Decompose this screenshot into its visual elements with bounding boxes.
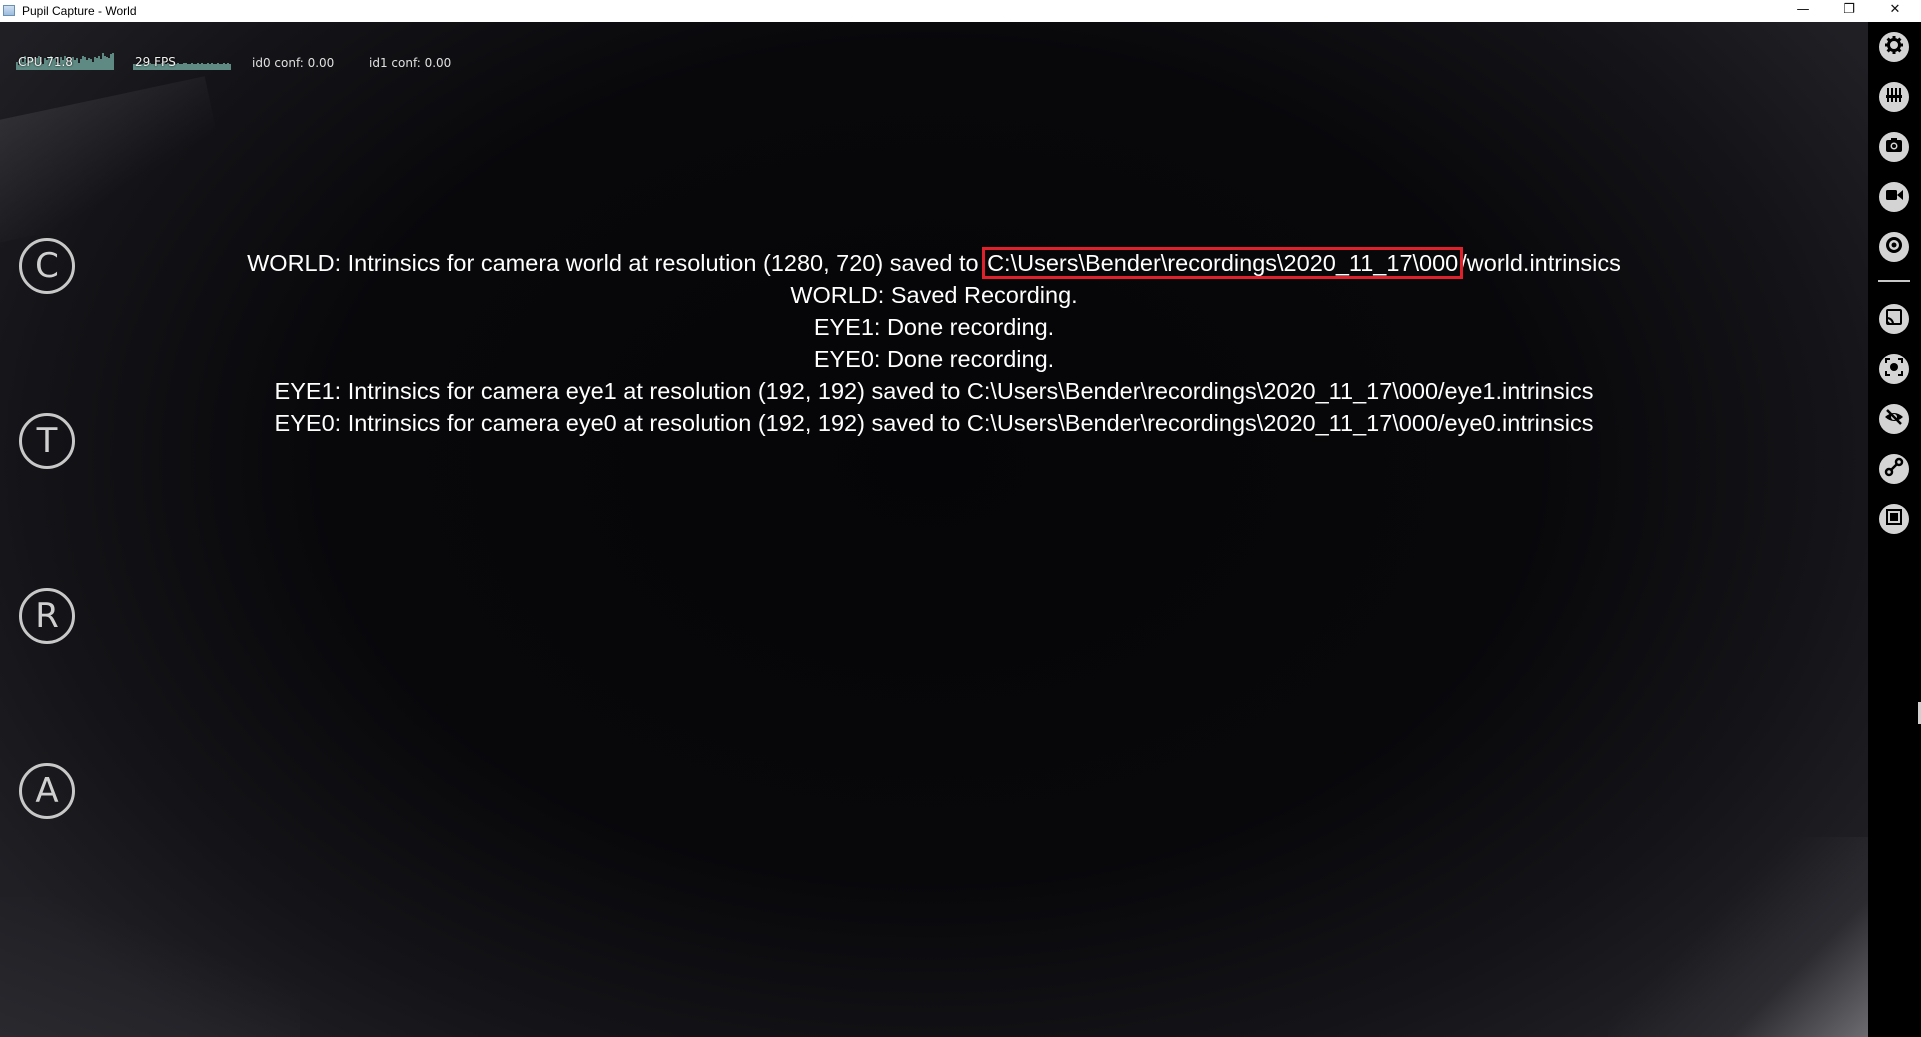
fps-label: 29 FPS bbox=[135, 55, 176, 69]
eye0-confidence: id0 conf: 0.00 bbox=[252, 56, 335, 70]
highlighted-recording-path: C:\Users\Bender\recordings\2020_11_17\00… bbox=[982, 247, 1464, 279]
notification-messages: WORLD: Intrinsics for camera world at re… bbox=[0, 247, 1868, 439]
record-hotkey-button[interactable]: R bbox=[19, 588, 75, 644]
annotation-hotkey-button[interactable]: A bbox=[19, 763, 75, 819]
lens-vignette-bottom-right bbox=[1608, 837, 1868, 1037]
link-icon bbox=[1884, 457, 1904, 481]
frame-icon bbox=[1884, 507, 1904, 531]
window-title: Pupil Capture - World bbox=[22, 4, 137, 18]
general-settings-button[interactable] bbox=[1879, 32, 1909, 62]
graph-bar bbox=[112, 53, 114, 70]
record-target-icon bbox=[1884, 235, 1904, 259]
message-saved-recording: WORLD: Saved Recording. bbox=[790, 282, 1078, 308]
message-eye0-intrinsics: EYE0: Intrinsics for camera eye0 at reso… bbox=[274, 410, 1594, 436]
world-camera-view[interactable]: CPU 71.8 29 FPS id0 conf: 0.00 id1 conf:… bbox=[0, 22, 1868, 1037]
blink-detection-button[interactable] bbox=[1879, 404, 1909, 434]
cpu-label: CPU 71.8 bbox=[18, 55, 73, 69]
minimize-button[interactable]: — bbox=[1780, 0, 1826, 22]
graph-bar bbox=[229, 64, 231, 70]
focus-icon bbox=[1884, 357, 1904, 381]
message-eye1-intrinsics: EYE1: Intrinsics for camera eye1 at reso… bbox=[274, 378, 1594, 404]
eye-off-icon bbox=[1884, 407, 1904, 431]
restore-button[interactable]: ❐ bbox=[1826, 0, 1872, 22]
sliders-icon bbox=[1884, 85, 1904, 109]
surface-tracker-button[interactable] bbox=[1879, 354, 1909, 384]
message-text: /world.intrinsics bbox=[1460, 250, 1621, 276]
message-world-intrinsics: WORLD: Intrinsics for camera world at re… bbox=[0, 247, 1868, 279]
plugin-icon-bar bbox=[1868, 22, 1921, 1037]
cpu-graph: CPU 71.8 bbox=[16, 46, 114, 70]
message-eye0-done: EYE0: Done recording. bbox=[813, 346, 1055, 372]
icon-bar-divider bbox=[1878, 280, 1910, 282]
pupil-remote-button[interactable] bbox=[1879, 454, 1909, 484]
video-camera-icon bbox=[1884, 185, 1904, 209]
lens-vignette-bottom-left bbox=[0, 897, 300, 1037]
recorder-button[interactable] bbox=[1879, 182, 1909, 212]
fps-graph: 29 FPS bbox=[133, 46, 231, 70]
app-window: Pupil Capture - World — ❐ ✕ CPU 71.8 29 … bbox=[0, 0, 1921, 1037]
calibration-button[interactable] bbox=[1879, 232, 1909, 262]
network-api-button[interactable] bbox=[1879, 304, 1909, 334]
title-bar: Pupil Capture - World — ❐ ✕ bbox=[0, 0, 1921, 22]
app-icon bbox=[3, 5, 15, 16]
gear-icon bbox=[1884, 35, 1904, 59]
cast-icon bbox=[1884, 307, 1904, 331]
plugin-manager-button[interactable] bbox=[1879, 82, 1909, 112]
message-eye1-done: EYE1: Done recording. bbox=[813, 314, 1055, 340]
eye1-confidence: id1 conf: 0.00 bbox=[369, 56, 452, 70]
close-button[interactable]: ✕ bbox=[1872, 0, 1918, 22]
frame-publisher-button[interactable] bbox=[1879, 504, 1909, 534]
lens-vignette-top-left bbox=[0, 76, 230, 248]
message-text: WORLD: Intrinsics for camera world at re… bbox=[247, 250, 986, 276]
camera-icon bbox=[1884, 135, 1904, 159]
video-source-button[interactable] bbox=[1879, 132, 1909, 162]
